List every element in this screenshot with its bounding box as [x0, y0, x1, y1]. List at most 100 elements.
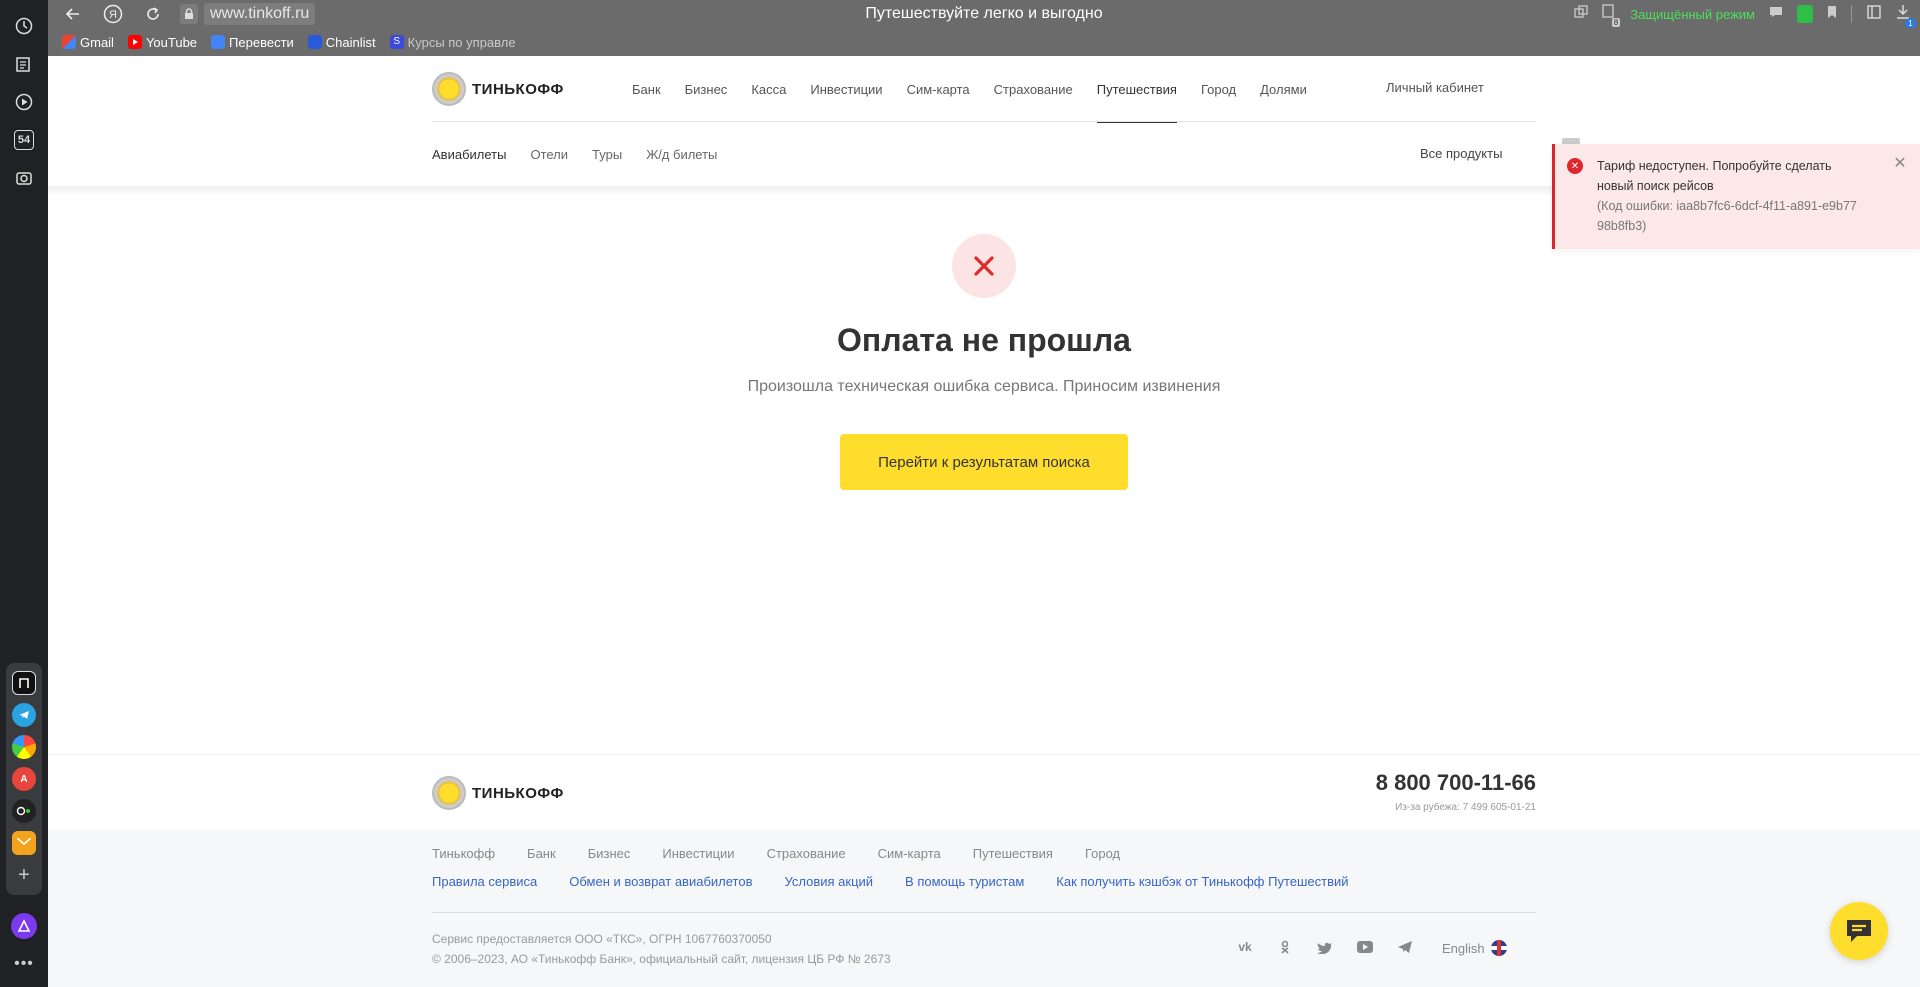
mail-app-icon[interactable] — [12, 831, 36, 855]
footer-links-primary: Тинькофф Банк Бизнес Инвестиции Страхова… — [432, 846, 1120, 861]
footer-link[interactable]: Инвестиции — [662, 846, 734, 861]
url-text[interactable]: www.tinkoff.ru — [204, 3, 316, 25]
tabs-icon[interactable] — [1574, 4, 1588, 24]
reload-icon[interactable] — [138, 0, 168, 28]
odnoklassniki-icon[interactable] — [1276, 940, 1294, 954]
sidebar-badge: 54 — [14, 130, 34, 150]
footer-link[interactable]: Банк — [527, 846, 556, 861]
uk-flag-icon — [1490, 940, 1507, 956]
chat-button[interactable] — [1830, 902, 1888, 960]
history-icon[interactable] — [12, 14, 36, 38]
language-label: English — [1442, 940, 1485, 956]
translate-app-icon[interactable]: A — [12, 767, 36, 791]
error-subtitle: Произошла техническая ошибка сервиса. Пр… — [747, 378, 1221, 395]
footer-links-secondary: Правила сервиса Обмен и возврат авиабиле… — [432, 874, 1349, 889]
lock-icon[interactable] — [180, 4, 198, 24]
back-to-results-button[interactable]: Перейти к результатам поиска — [840, 434, 1128, 490]
nav-item-kassa[interactable]: Касса — [751, 82, 786, 97]
add-app-icon[interactable]: + — [12, 863, 36, 887]
bookmark-icon[interactable] — [1827, 5, 1837, 24]
error-title: Оплата не прошла — [837, 322, 1131, 358]
nav-item-investments[interactable]: Инвестиции — [810, 82, 882, 97]
screenshot-icon[interactable] — [12, 166, 36, 190]
bookmark-courses[interactable]: S Курсы по управле — [389, 35, 516, 50]
nav-item-bank[interactable]: Банк — [632, 82, 661, 97]
video-icon[interactable] — [12, 90, 36, 114]
footer-link[interactable]: Путешествия — [973, 846, 1053, 861]
collections-toolbar-icon[interactable] — [1866, 4, 1882, 25]
language-switch[interactable]: English — [1442, 940, 1507, 956]
telegram-icon[interactable] — [12, 703, 36, 727]
youtube-footer-icon[interactable] — [1356, 940, 1374, 954]
nav-item-business[interactable]: Бизнес — [685, 82, 728, 97]
back-icon[interactable] — [58, 0, 88, 28]
bookmark-youtube[interactable]: YouTube — [127, 35, 197, 50]
courses-icon: S — [389, 35, 404, 49]
sidepanel-apps: A + — [6, 663, 42, 895]
footer-link-help[interactable]: В помощь туристам — [905, 874, 1024, 889]
footer-link[interactable]: Сим-карта — [878, 846, 941, 861]
tab-flights[interactable]: Авиабилеты — [432, 147, 507, 188]
nav-item-travel[interactable]: Путешествия — [1096, 82, 1178, 123]
tab-trains[interactable]: Ж/д билеты — [646, 147, 717, 162]
tab-hotels[interactable]: Отели — [530, 147, 568, 162]
secure-mode-label[interactable]: Защищённый режим — [1630, 7, 1755, 22]
close-icon[interactable]: ✕ — [1892, 156, 1908, 172]
svg-text:Я: Я — [109, 9, 117, 21]
footer-link-promo[interactable]: Условия акций — [784, 874, 873, 889]
counter-badge-icon[interactable]: 54 — [12, 128, 36, 152]
nav-item-dolyami[interactable]: Долями — [1260, 82, 1307, 97]
bookmark-gmail[interactable]: Gmail — [62, 35, 114, 50]
nav-item-city[interactable]: Город — [1201, 82, 1236, 97]
tinkoff-crest-icon — [432, 776, 466, 810]
nav-item-insurance[interactable]: Страхование — [994, 82, 1073, 97]
footer-divider — [432, 912, 1536, 913]
bookmark-translate[interactable]: Перевести — [211, 35, 294, 50]
bookmark-chainlist[interactable]: Chainlist — [307, 34, 376, 50]
app-colorwheel-icon[interactable] — [12, 735, 36, 759]
shield-icon[interactable] — [1797, 5, 1813, 23]
download-icon[interactable]: 1 — [1896, 4, 1916, 29]
browser-sidepanel: 54 A + ••• — [0, 0, 48, 987]
gmail-icon — [62, 35, 76, 49]
web-page: ТИНЬКОФФ Банк Бизнес Касса Инвестиции Си… — [48, 56, 1920, 987]
all-products-link[interactable]: Все продукты — [1420, 146, 1502, 161]
brand-name: ТИНЬКОФФ — [472, 80, 564, 98]
footer-link[interactable]: Город — [1085, 846, 1120, 861]
twitter-icon[interactable] — [1316, 940, 1334, 954]
footer-link[interactable]: Тинькофф — [432, 846, 495, 861]
footer-link-rules[interactable]: Правила сервиса — [432, 874, 537, 889]
collections-icon[interactable] — [12, 52, 36, 76]
telegram-footer-icon[interactable] — [1396, 940, 1414, 954]
vk-icon[interactable]: vk — [1236, 940, 1254, 954]
brand-name: ТИНЬКОФФ — [472, 784, 564, 802]
app-rings-icon[interactable] — [12, 799, 36, 823]
bookmarks-bar: Gmail YouTube Перевести Chainlist S Курс… — [48, 28, 1920, 56]
tab-badge: 8 — [1611, 17, 1621, 27]
address-bar[interactable]: www.tinkoff.ru — [180, 3, 316, 25]
extension-icon[interactable]: 8 — [1602, 3, 1621, 27]
social-links: vk — [1236, 940, 1414, 954]
nav-item-sim[interactable]: Сим-карта — [907, 82, 970, 97]
support-phone-abroad: Из-за рубежа: 7 499 605-01-21 — [1395, 802, 1536, 813]
footer-link[interactable]: Страхование — [767, 846, 846, 861]
legal-text-1: Сервис предоставляется ООО «ТКС», ОГРН 1… — [432, 932, 772, 946]
translate-icon — [211, 35, 226, 49]
error-toast: ✕ Тариф недоступен. Попробуйте сделать н… — [1552, 144, 1920, 249]
download-badge: 1 — [1905, 17, 1916, 29]
footer-logo[interactable]: ТИНЬКОФФ — [432, 776, 564, 810]
browser-topbar: Путешествуйте легко и выгодно Я www.tink… — [48, 0, 1920, 29]
more-icon[interactable]: ••• — [14, 955, 34, 973]
footer-link[interactable]: Бизнес — [588, 846, 631, 861]
tab-tours[interactable]: Туры — [592, 147, 622, 162]
support-phone[interactable]: 8 800 700-11-66 — [1368, 770, 1536, 796]
footer-link-refund[interactable]: Обмен и возврат авиабилетов — [569, 874, 752, 889]
yandex-icon[interactable]: Я — [98, 0, 128, 28]
comment-icon[interactable] — [1769, 5, 1783, 23]
bookmark-label: Chainlist — [325, 34, 376, 50]
footer-link-cashback[interactable]: Как получить кэшбэк от Тинькофф Путешест… — [1056, 874, 1348, 889]
personal-cabinet-link[interactable]: Личный кабинет — [1386, 80, 1484, 95]
app-square-icon[interactable] — [12, 671, 36, 695]
alice-icon[interactable] — [11, 913, 37, 939]
brand-logo[interactable]: ТИНЬКОФФ — [432, 72, 564, 106]
